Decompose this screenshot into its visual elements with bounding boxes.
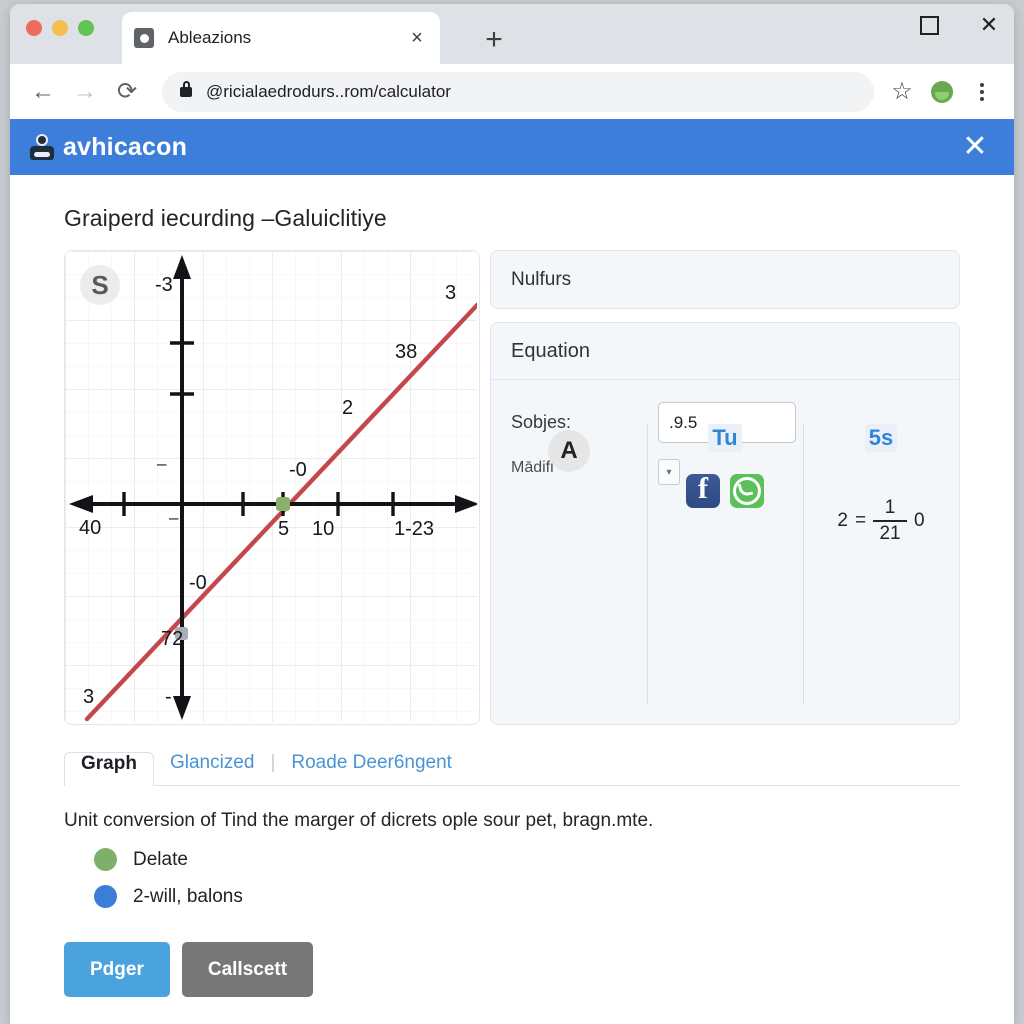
equation-panel-title: Equation (491, 323, 959, 380)
legend-label: 2-will, balons (133, 885, 243, 907)
formula-rhs: 0 (914, 509, 925, 531)
legend-list: Delate 2-will, balons (64, 848, 960, 908)
page-title: Graiperd iecurding –Galuiclitiye (64, 205, 387, 231)
banner-title: avhicacon (63, 132, 188, 161)
label-y-intercept: 72 (161, 628, 183, 650)
lock-icon (180, 80, 192, 97)
nulfurs-panel-title: Nulfurs (511, 268, 572, 290)
whatsapp-icon[interactable] (730, 474, 764, 508)
browser-window: Ableazions × + ✕ ← → ⟳ @ricialaedrodurs.… (10, 4, 1014, 1024)
graph-card[interactable]: -3 3 38 2 -0 40 5 10 1-23 -0 72 3 - – – … (64, 250, 480, 725)
label-faint-left: – (157, 454, 167, 473)
tu-chip[interactable]: Tu (708, 424, 742, 452)
avatar-column: A (491, 410, 647, 712)
label-line-mid: 38 (395, 341, 417, 363)
maximize-icon[interactable] (912, 8, 946, 42)
profile-avatar-icon[interactable] (922, 72, 962, 112)
formula-equals: = (854, 509, 867, 531)
kebab-menu-icon[interactable] (962, 72, 1002, 112)
list-item: Delate (94, 848, 960, 871)
equation-panel: Equation Sobjes: Mādifi ▾ (490, 322, 960, 725)
reload-icon[interactable]: ⟳ (106, 71, 148, 113)
label-tick-10: 10 (312, 518, 334, 540)
legend-dot-blue (94, 885, 117, 908)
equation-columns: A Tu 5s (491, 410, 959, 712)
equation-panel-body: Sobjes: Mādifi ▾ A (491, 380, 959, 724)
browser-toolbar: ← → ⟳ @ricialaedrodurs..rom/calculator ☆ (10, 64, 1014, 119)
primary-button[interactable]: Pdger (64, 942, 170, 997)
avatar: A (548, 430, 590, 472)
coordinate-plane-chart: -3 3 38 2 -0 40 5 10 1-23 -0 72 3 - – – (65, 251, 477, 722)
secondary-button[interactable]: Callscett (181, 942, 314, 997)
robot-icon (30, 134, 54, 160)
window-titlebar: Ableazions × + ✕ (10, 4, 1014, 64)
list-item: 2-will, balons (94, 885, 960, 908)
close-icon[interactable]: × (406, 27, 428, 49)
bookmark-star-icon[interactable]: ☆ (882, 72, 922, 112)
share-column: Tu (647, 410, 803, 712)
main-content-row: -3 3 38 2 -0 40 5 10 1-23 -0 72 3 - – – … (64, 250, 960, 725)
legend-label: Delate (133, 848, 188, 870)
label-top-right: 3 (445, 282, 456, 304)
tab-graph[interactable]: Graph (64, 752, 154, 786)
label-above-origin: -0 (289, 459, 307, 481)
graph-badge-s[interactable]: S (80, 265, 120, 305)
plus-icon[interactable]: + (478, 24, 510, 56)
camera-icon (134, 28, 154, 48)
label-left-x: 40 (79, 517, 101, 539)
legend-dot-green (94, 848, 117, 871)
tab-glancized[interactable]: Glancized (154, 752, 271, 785)
formula-expression: 2 = 1 21 0 (837, 498, 924, 544)
label-bottom-left: 3 (83, 686, 94, 708)
window-controls: ✕ (912, 8, 1006, 42)
formula-fraction: 1 21 (873, 497, 908, 544)
social-icons (686, 472, 764, 508)
app-root: Ableazions × + ✕ ← → ⟳ @ricialaedrodurs.… (0, 0, 1024, 1024)
page-content: Graiperd iecurding –Galuiclitiye -3 3 38… (10, 175, 1014, 1024)
label-tick-5: 5 (278, 518, 289, 540)
fraction-bar (873, 519, 908, 522)
back-icon[interactable]: ← (22, 71, 64, 113)
browser-tab-title: Ableazions (168, 28, 252, 47)
traffic-lights (26, 20, 94, 36)
window-minimize-dot[interactable] (52, 20, 68, 36)
address-bar[interactable]: @ricialaedrodurs..rom/calculator (162, 71, 874, 112)
label-bottom-y: - (165, 686, 172, 708)
label-below-origin: -0 (189, 572, 207, 594)
address-bar-url: @ricialaedrodurs..rom/calculator (206, 81, 451, 101)
description-text: Unit conversion of Tind the marger of di… (64, 810, 654, 831)
label-top-y: -3 (155, 274, 173, 296)
action-buttons: Pdger Callscett (64, 942, 960, 997)
fraction-denominator: 21 (879, 522, 901, 544)
right-panel-column: Nulfurs Equation Sobjes: Mādifi ▾ (490, 250, 960, 725)
banner-close-icon[interactable]: ✕ (958, 130, 992, 164)
facebook-icon[interactable] (686, 472, 720, 508)
window-close-dot[interactable] (26, 20, 42, 36)
formula-lhs: 2 (837, 509, 848, 531)
5s-chip[interactable]: 5s (864, 424, 898, 452)
window-zoom-dot[interactable] (78, 20, 94, 36)
nulfurs-panel: Nulfurs (490, 250, 960, 309)
label-line-low: 2 (342, 397, 353, 419)
forward-icon[interactable]: → (64, 71, 106, 113)
browser-tab[interactable]: Ableazions × (122, 12, 440, 64)
fraction-numerator: 1 (884, 497, 896, 518)
app-banner: avhicacon ✕ (10, 119, 1014, 175)
tab-roade-deergngent[interactable]: Roade Deer6ngent (275, 752, 468, 785)
content-tabs: Graph Glancized | Roade Deer6ngent (64, 743, 960, 786)
x-intercept-marker (276, 497, 290, 511)
label-right-x: 1-23 (394, 518, 434, 540)
close-icon[interactable]: ✕ (972, 8, 1006, 42)
label-faint-origin: – (169, 508, 179, 527)
formula-column: 5s 2 = 1 21 0 (803, 410, 959, 712)
